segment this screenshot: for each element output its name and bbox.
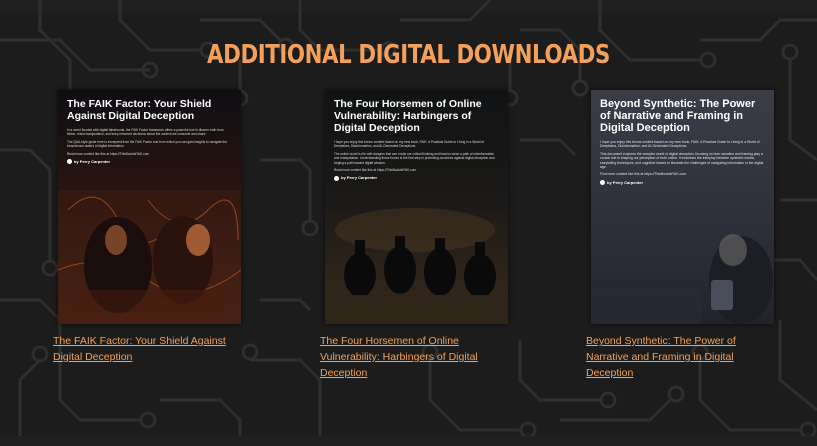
cover-paragraph: Find more content like this at https://T… [600,172,686,177]
cover-title: The FAIK Factor: Your Shield Against Dig… [67,98,212,122]
download-card-faik-factor: The FAIK Factor: Your Shield Against Dig… [53,90,244,365]
cover-paragraph: In a world flooded with digital falsehoo… [67,128,224,137]
cover-author-text: by Perry Carpenter [74,159,111,165]
author-avatar-icon [67,159,72,165]
book-cover-image[interactable]: The FAIK Factor: Your Shield Against Dig… [58,90,241,324]
download-card-beyond-synthetic: Beyond Synthetic: The Power of Narrative… [586,90,777,381]
book-cover-image[interactable]: The Four Horsemen of Online Vulnerabilit… [325,90,508,324]
cover-paragraph: The Q&A-style guide here is excerpted fr… [67,139,227,149]
cover-author-text: by Perry Carpenter [341,175,378,181]
author-avatar-icon [600,180,605,186]
download-card-four-horsemen: The Four Horsemen of Online Vulnerabilit… [320,90,511,381]
cover-paragraph: The online world is rife with dangers th… [334,151,495,165]
cover-author: by Perry Carpenter [67,159,232,165]
download-link[interactable]: Beyond Synthetic: The Power of Narrative… [586,333,776,381]
author-avatar-icon [334,175,339,181]
cover-author: by Perry Carpenter [334,175,499,181]
cover-paragraph: I hope you enjoy this bonus content base… [600,140,760,149]
download-link[interactable]: The FAIK Factor: Your Shield Against Dig… [53,333,243,365]
cover-paragraph: Read more content like this at https://T… [67,151,150,156]
section-title: ADDITIONAL DIGITAL DOWNLOADS [207,40,610,70]
cover-paragraph: This document explores the complex world… [600,151,764,170]
cover-title: The Four Horsemen of Online Vulnerabilit… [334,98,482,134]
cover-author-text: by Perry Carpenter [607,179,644,185]
cover-title: Beyond Synthetic: The Power of Narrative… [600,98,756,134]
download-link[interactable]: The Four Horsemen of Online Vulnerabilit… [320,333,510,381]
cover-paragraph: I hope you enjoy this bonus content base… [334,140,485,149]
cover-paragraph: Read more content like this at https://T… [334,168,417,173]
bottom-frame [0,436,817,446]
cover-author: by Perry Carpenter [600,179,765,186]
book-cover-image[interactable]: Beyond Synthetic: The Power of Narrative… [591,90,774,324]
